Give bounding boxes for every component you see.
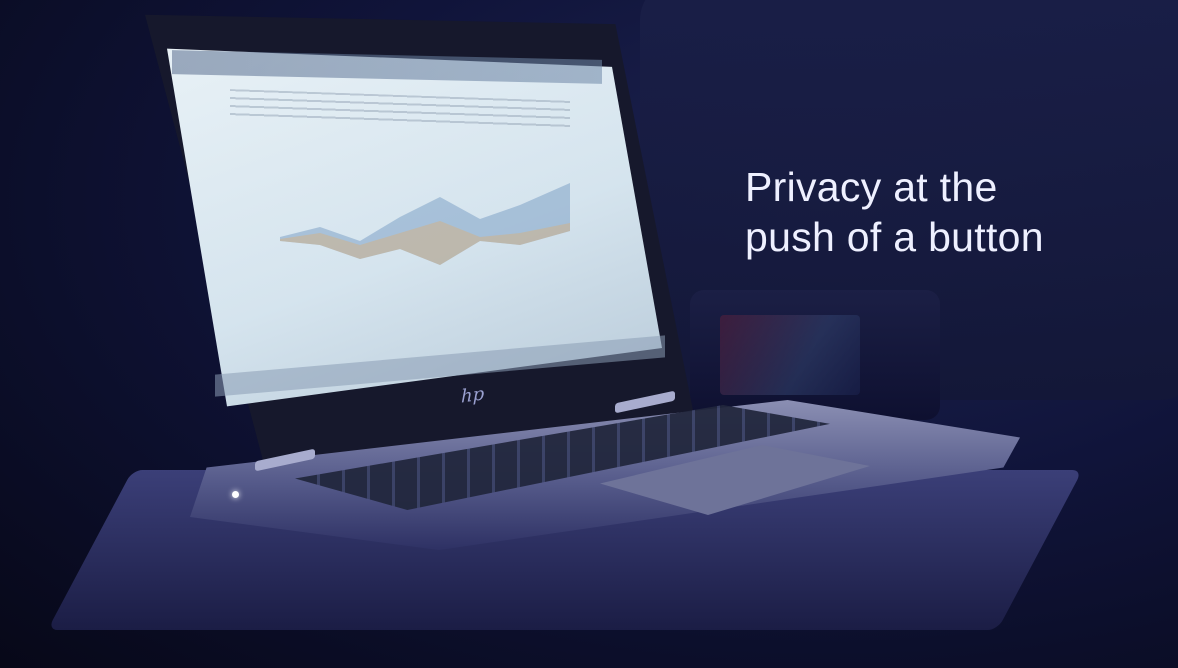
photo-scene: hp Privacy at the push of a button (0, 0, 1178, 668)
tagline: Privacy at the push of a button (745, 162, 1145, 262)
power-led (232, 491, 239, 498)
screen-area-chart (280, 183, 570, 265)
magazine-in-pocket (720, 315, 860, 395)
hp-logo: hp (461, 383, 485, 408)
tagline-line-1: Privacy at the (745, 164, 998, 210)
tagline-line-2: push of a button (745, 214, 1044, 260)
